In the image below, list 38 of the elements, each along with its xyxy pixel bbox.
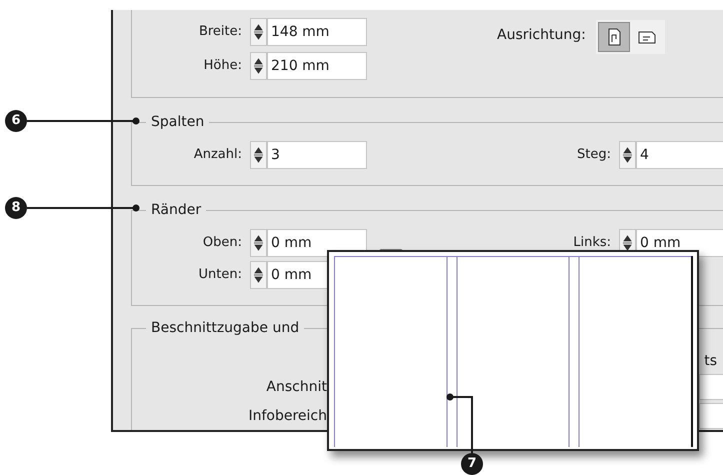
text-field[interactable]: 4	[636, 141, 723, 169]
orientation-label: Ausrichtung:	[497, 26, 587, 45]
row-label: Infobereich	[247, 406, 327, 426]
field-label: Steg:	[576, 146, 612, 164]
text-field[interactable]: 0 mm	[267, 229, 367, 257]
stepper-arrows-icon	[623, 147, 632, 163]
stepper-button[interactable]	[250, 141, 267, 169]
stepper-button[interactable]	[619, 141, 636, 169]
orientation-button[interactable]	[598, 22, 630, 52]
field-label: Oben:	[202, 234, 243, 252]
callout-number: 8	[5, 197, 27, 219]
text-field[interactable]: 3	[267, 141, 367, 169]
callout-number: 7	[461, 453, 483, 475]
stepper-button[interactable]	[250, 261, 267, 289]
stepper-arrows-icon	[254, 24, 263, 40]
field-label: Links:	[572, 234, 612, 252]
row-label: Anschnit	[265, 378, 327, 396]
field-label: Höhe:	[202, 57, 243, 76]
callout-number: 6	[5, 110, 27, 132]
column-header: ts	[704, 352, 717, 371]
stepper-arrows-icon	[254, 235, 263, 251]
landscape-page-icon	[638, 29, 656, 45]
stepper-arrows-icon	[254, 267, 263, 283]
text-field[interactable]: 210 mm	[267, 52, 367, 80]
stepper-arrows-icon	[623, 235, 632, 251]
field-label: Breite:	[198, 23, 243, 42]
portrait-page-icon	[606, 28, 622, 46]
stepper-arrows-icon	[254, 58, 263, 74]
stepper-button[interactable]	[250, 18, 267, 46]
stepper-button[interactable]	[250, 52, 267, 80]
field-label: Anzahl:	[192, 146, 243, 164]
section-title: Spalten	[150, 113, 206, 132]
stepper-button[interactable]	[250, 229, 267, 257]
section-title: Ränder	[150, 201, 202, 220]
text-field[interactable]: 148 mm	[267, 18, 367, 46]
field-label: Unten:	[198, 266, 243, 284]
stepper-arrows-icon	[254, 147, 263, 163]
section-title: Beschnittzugabe und	[150, 319, 300, 338]
